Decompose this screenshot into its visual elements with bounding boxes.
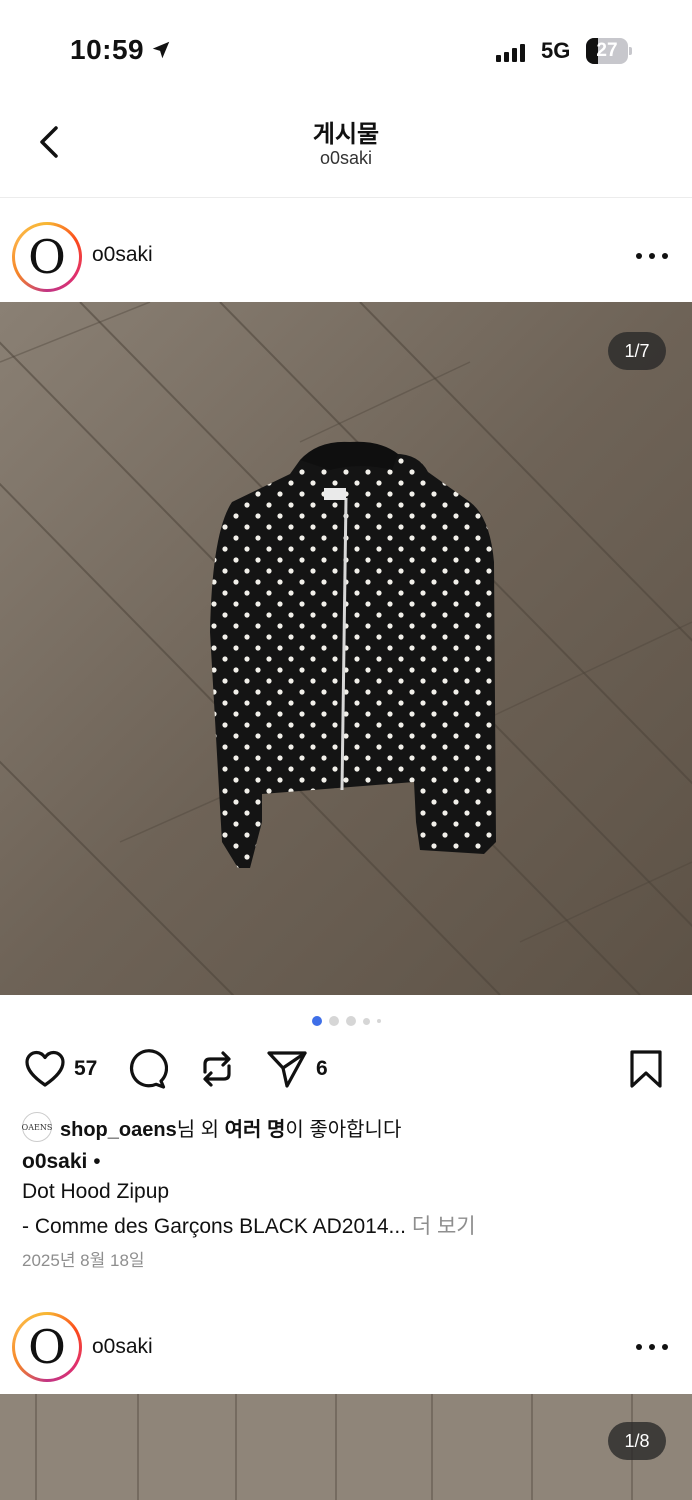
post-username[interactable]: o0saki bbox=[92, 243, 153, 267]
cellular-signal-icon bbox=[496, 42, 525, 62]
post-header: O o0saki bbox=[0, 205, 692, 305]
image-counter: 1/7 bbox=[608, 332, 666, 370]
liked-by-avatar: OAENS bbox=[22, 1112, 52, 1142]
comment-button[interactable] bbox=[126, 1046, 168, 1092]
status-time-text: 10:59 bbox=[70, 34, 145, 65]
post-actions: 57 6 bbox=[0, 1046, 692, 1096]
carousel-dot bbox=[328, 1016, 339, 1026]
send-icon bbox=[267, 1051, 307, 1088]
post-username-2[interactable]: o0saki bbox=[92, 1335, 153, 1359]
heart-icon bbox=[25, 1050, 65, 1087]
like-button[interactable]: 57 bbox=[24, 1046, 97, 1092]
post-header-2: O o0saki bbox=[0, 1297, 692, 1397]
more-horizontal-icon[interactable] bbox=[636, 246, 668, 266]
repost-icon bbox=[203, 1051, 231, 1087]
caption-line-2-text: - Comme des Garçons BLACK AD2014... bbox=[22, 1215, 406, 1238]
status-time: 10:59 bbox=[70, 34, 172, 66]
liked-by-text: shop_oaens님 외 여러 명이 좋아합니다 bbox=[60, 1113, 401, 1142]
hoodie-photo bbox=[0, 302, 692, 995]
network-type: 5G bbox=[541, 38, 571, 63]
post-photo[interactable]: 1/7 bbox=[0, 302, 692, 995]
liked-by-tail: 이 좋아합니다 bbox=[285, 1118, 402, 1141]
like-count: 57 bbox=[74, 1057, 98, 1080]
floor-photo bbox=[0, 1394, 692, 1500]
carousel-dot bbox=[362, 1017, 370, 1025]
liked-by-user[interactable]: shop_oaens bbox=[60, 1119, 177, 1141]
avatar-2[interactable]: O bbox=[12, 1312, 82, 1382]
carousel-indicator bbox=[0, 1016, 692, 1026]
save-button[interactable] bbox=[628, 1046, 664, 1092]
share-count: 6 bbox=[316, 1057, 328, 1080]
carousel-dot bbox=[376, 1019, 381, 1023]
caption-bullet: • bbox=[87, 1150, 101, 1173]
liked-by-rest: 님 외 bbox=[176, 1118, 225, 1141]
battery-level: 27 bbox=[596, 40, 618, 61]
location-arrow-icon bbox=[152, 41, 170, 59]
comment-icon bbox=[129, 1049, 168, 1089]
post-date: 2025년 8월 18일 bbox=[22, 1251, 145, 1270]
caption-username[interactable]: o0saki bbox=[22, 1150, 87, 1173]
image-counter-2: 1/8 bbox=[608, 1422, 666, 1460]
caption-header: o0saki • bbox=[22, 1150, 101, 1174]
share-button[interactable]: 6 bbox=[266, 1046, 328, 1092]
status-bar: 10:59 5G 27 bbox=[0, 0, 692, 100]
avatar-letter-2: O bbox=[18, 1318, 76, 1376]
bookmark-icon bbox=[630, 1050, 662, 1088]
avatar-letter: O bbox=[18, 228, 76, 286]
carousel-dot-active bbox=[311, 1016, 322, 1026]
avatar[interactable]: O bbox=[12, 222, 82, 292]
carousel-dot bbox=[345, 1016, 356, 1026]
liked-by-many[interactable]: 여러 명 bbox=[225, 1119, 286, 1141]
page-subtitle: o0saki bbox=[319, 148, 373, 168]
liked-by-line[interactable]: OAENS shop_oaens님 외 여러 명이 좋아합니다 bbox=[22, 1112, 401, 1142]
post-photo-2[interactable]: 1/8 bbox=[0, 1394, 692, 1500]
more-link[interactable]: 더 보기 bbox=[406, 1215, 476, 1238]
battery-icon: 27 bbox=[586, 38, 632, 64]
page-title: 게시물 bbox=[312, 121, 380, 148]
page-header: 게시물 o0saki bbox=[0, 100, 692, 198]
more-horizontal-icon[interactable] bbox=[636, 1337, 668, 1357]
caption-line-1: Dot Hood Zipup bbox=[22, 1180, 170, 1203]
caption-line-2: - Comme des Garçons BLACK AD2014... 더 보기 bbox=[22, 1210, 476, 1240]
repost-button[interactable] bbox=[196, 1046, 238, 1092]
